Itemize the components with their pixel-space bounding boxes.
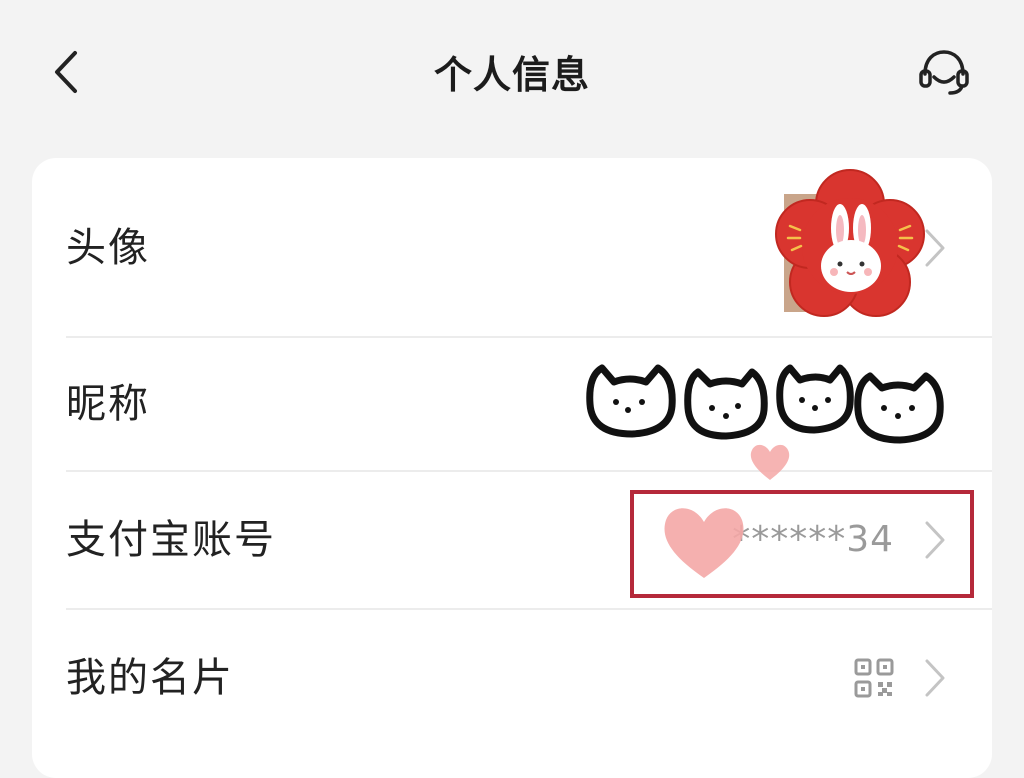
row-label: 头像: [66, 225, 150, 271]
row-label: 我的名片: [66, 655, 234, 701]
customer-service-button[interactable]: [914, 44, 974, 100]
qr-code-icon: [854, 658, 894, 698]
heart-sticker: [750, 444, 790, 480]
row-label: 昵称: [66, 381, 150, 427]
rabbit-avatar-image[interactable]: [770, 166, 930, 326]
profile-card: 头像 昵称 支付宝账号 ******34 我的名片: [32, 158, 992, 778]
top-bar: 个人信息: [0, 0, 1024, 150]
page-title: 个人信息: [433, 53, 590, 97]
highlight-box: [630, 490, 974, 598]
headset-icon: [919, 50, 969, 95]
row-label: 支付宝账号: [66, 517, 276, 563]
row-my-card[interactable]: 我的名片: [32, 610, 992, 746]
chevron-right-icon: [925, 659, 945, 697]
